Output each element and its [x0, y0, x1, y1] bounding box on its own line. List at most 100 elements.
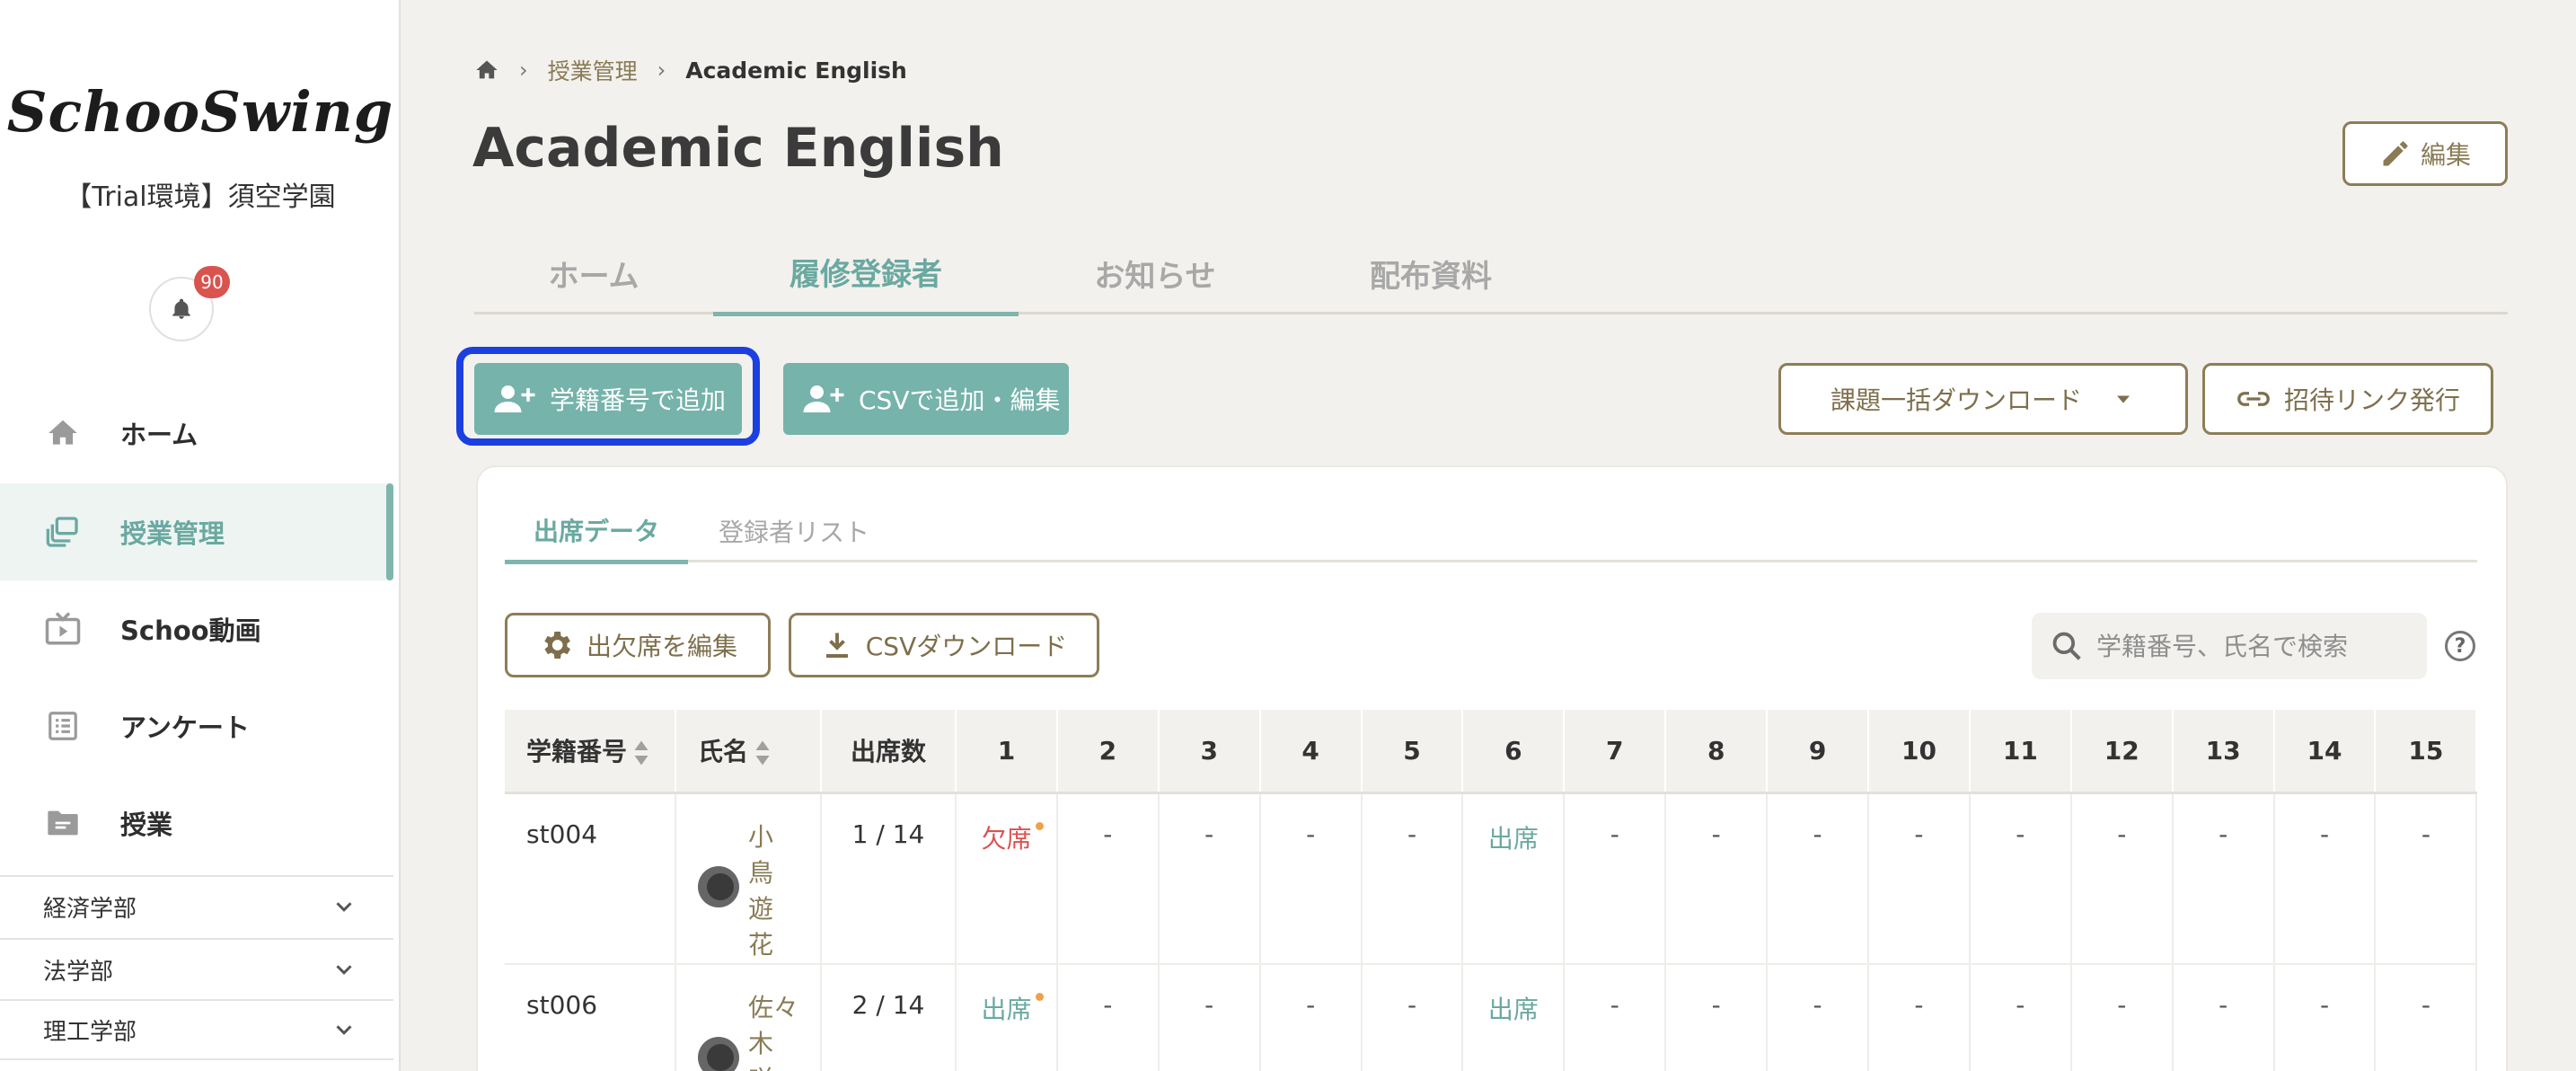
status-present[interactable]: 出席 [1488, 824, 1539, 854]
button-label: 学籍番号で追加 [550, 385, 727, 415]
status-empty: - [1103, 989, 1113, 1020]
home-icon [43, 413, 83, 453]
breadcrumb-class-management[interactable]: 授業管理 [548, 54, 638, 86]
status-empty: - [1407, 819, 1417, 849]
student-id-cell: st004 [505, 792, 676, 965]
status-empty: - [1204, 989, 1214, 1020]
session-cell: 欠席 [956, 792, 1058, 965]
tab-enrolled[interactable]: 履修登録者 [713, 232, 1019, 316]
status-present[interactable]: 出席 [981, 992, 1045, 1024]
status-absent[interactable]: 欠席 [981, 821, 1045, 854]
status-empty: - [1914, 989, 1924, 1020]
faculty-label: 法学部 [43, 958, 114, 986]
tab-home[interactable]: ホーム [474, 232, 713, 314]
survey-list-icon [43, 706, 83, 746]
chevron-right-icon: › [519, 58, 528, 83]
status-empty: - [1306, 819, 1316, 849]
session-cell: - [1665, 792, 1769, 965]
help-icon[interactable]: ? [2445, 631, 2475, 661]
link-icon [2237, 392, 2270, 406]
button-label: CSVで追加・編集 [859, 385, 1061, 415]
tab-announcements[interactable]: お知らせ [1019, 232, 1292, 314]
faculty-science-engineering[interactable]: 理工学部 [0, 999, 393, 1060]
session-cell: - [1361, 792, 1464, 965]
bulk-assignment-download-dropdown[interactable]: 課題一括ダウンロード [1778, 363, 2188, 435]
session-cell: - [2172, 963, 2275, 1071]
header-session: 5 [1361, 710, 1464, 794]
session-cell: 出席 [956, 963, 1058, 1071]
tab-materials[interactable]: 配布資料 [1292, 232, 1570, 314]
status-present[interactable]: 出席 [1488, 995, 1539, 1024]
chevron-down-icon [336, 902, 352, 912]
session-cell: - [2172, 792, 2275, 965]
table-row: st006 佐々木咲 2 / 14 出席 - - - - 出席 - - - - - - - - - [505, 963, 2478, 1071]
home-icon[interactable] [474, 58, 499, 83]
pencil-icon [2383, 141, 2408, 166]
header-session: 6 [1462, 710, 1566, 794]
button-label: 出欠席を編集 [586, 632, 737, 661]
session-cell: - [2273, 963, 2377, 1071]
status-empty: - [2117, 819, 2127, 849]
session-cell: - [1259, 792, 1363, 965]
status-empty: - [1306, 989, 1316, 1020]
class-management-icon [43, 512, 83, 552]
status-empty: - [2219, 989, 2228, 1020]
edit-attendance-button[interactable]: 出欠席を編集 [505, 613, 771, 677]
header-session: 2 [1056, 710, 1160, 794]
add-by-student-id-button[interactable]: 学籍番号で追加 [474, 363, 742, 435]
header-name[interactable]: 氏名 [675, 710, 822, 794]
session-cell: - [2070, 963, 2174, 1071]
active-indicator [386, 483, 393, 580]
header-session: 15 [2375, 710, 2478, 794]
header-session: 4 [1259, 710, 1363, 794]
gear-icon [544, 632, 570, 659]
sidebar-item-label: 授業 [120, 810, 173, 840]
app-logo[interactable]: SchooSwing [0, 79, 401, 145]
search-box[interactable] [2032, 613, 2427, 679]
header-attendance-count: 出席数 [821, 710, 957, 794]
session-cell: - [1969, 792, 2072, 965]
sidebar-item-class-management[interactable]: 授業管理 [0, 483, 393, 580]
status-empty: - [2016, 989, 2025, 1020]
session-cell: - [1767, 792, 1870, 965]
issue-invite-link-button[interactable]: 招待リンク発行 [2202, 363, 2493, 435]
tab-registrant-list[interactable]: 登録者リスト [688, 500, 900, 562]
faculty-label: 経済学部 [43, 895, 137, 923]
student-name-link[interactable]: 佐々木咲 [748, 990, 798, 1071]
sort-icon [634, 740, 648, 766]
csv-download-button[interactable]: CSVダウンロード [789, 613, 1099, 677]
sidebar-item-survey[interactable]: アンケート [0, 677, 393, 774]
sidebar-item-classes[interactable]: 授業 [0, 774, 393, 872]
status-empty: - [1610, 819, 1619, 849]
faculty-law[interactable]: 法学部 [0, 938, 393, 999]
header-student-id[interactable]: 学籍番号 [505, 710, 676, 794]
header-session: 1 [956, 710, 1058, 794]
button-label: 招待リンク発行 [2283, 385, 2460, 415]
folder-icon [43, 803, 83, 843]
faculty-economics[interactable]: 経済学部 [0, 875, 393, 936]
table-row: st004 小鳥遊花 1 / 14 欠席 - - - - 出席 - - - - - - - - - [505, 792, 2478, 965]
status-empty: - [1813, 819, 1822, 849]
status-empty: - [2421, 989, 2430, 1020]
tv-icon [43, 609, 83, 649]
session-cell: - [1564, 963, 1667, 1071]
tab-attendance-data[interactable]: 出席データ [505, 500, 688, 564]
chevron-down-icon [336, 965, 352, 975]
name-cell: 小鳥遊花 [675, 792, 822, 965]
student-name-link[interactable]: 小鳥遊花 [748, 819, 781, 963]
session-cell: - [1868, 963, 1971, 1071]
status-empty: - [2319, 989, 2330, 1020]
edit-button[interactable]: 編集 [2342, 121, 2508, 186]
status-empty: - [1204, 819, 1214, 849]
add-by-csv-button[interactable]: CSVで追加・編集 [783, 363, 1069, 435]
notification-badge: 90 [194, 266, 230, 298]
bell-icon [172, 298, 190, 319]
student-id-cell: st006 [505, 963, 676, 1071]
sidebar-item-home[interactable]: ホーム [0, 385, 393, 482]
session-cell: - [1868, 792, 1971, 965]
sidebar-item-schoo-video[interactable]: Schoo動画 [0, 580, 393, 677]
faculty-label: 理工学部 [43, 1018, 137, 1046]
download-icon [825, 633, 848, 658]
search-input[interactable] [2096, 631, 2420, 661]
session-cell: - [2375, 792, 2478, 965]
